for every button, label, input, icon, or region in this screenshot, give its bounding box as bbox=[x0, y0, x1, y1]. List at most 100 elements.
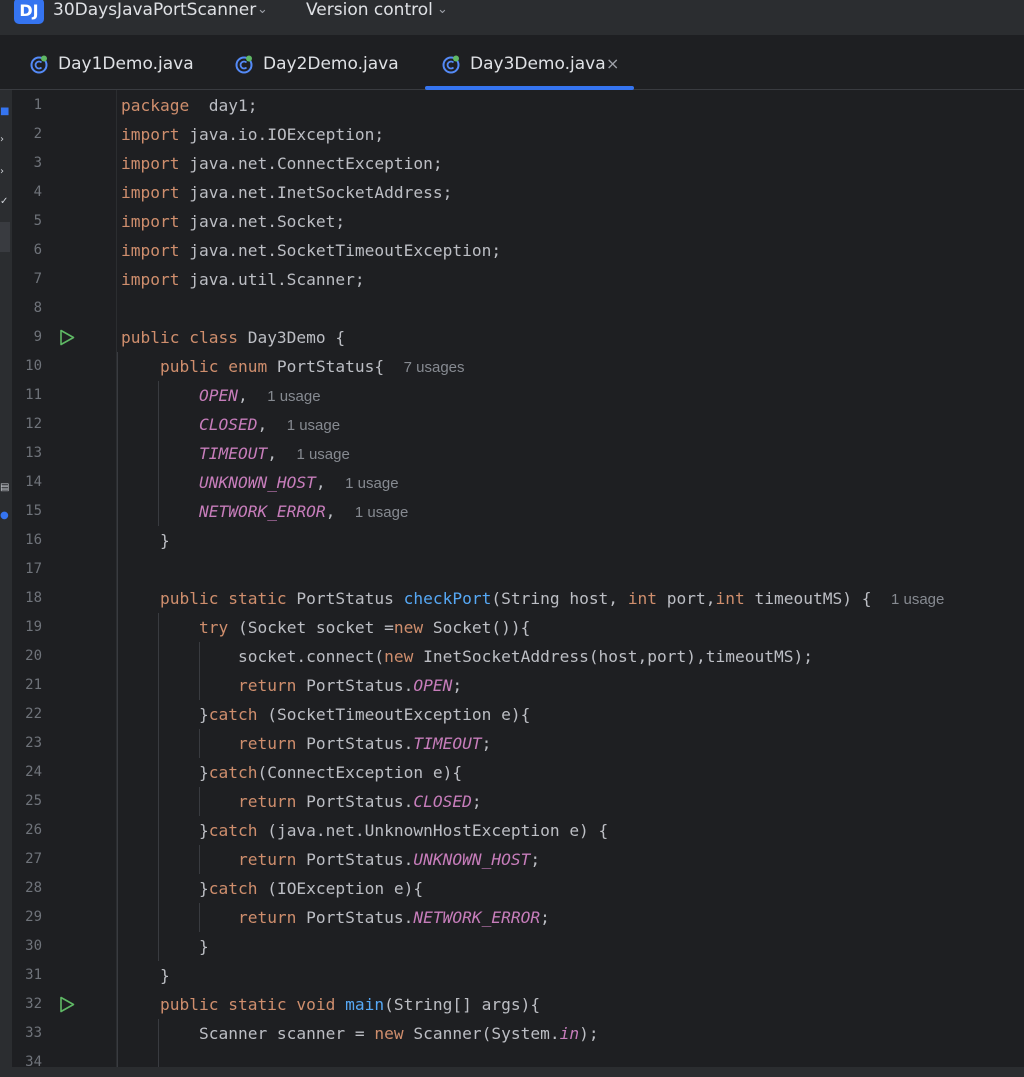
line-number[interactable]: 1 bbox=[12, 91, 42, 120]
chevron-down-icon[interactable]: ⌄ bbox=[437, 0, 448, 21]
code-line[interactable]: 15 NETWORK_ERROR, 1 usage bbox=[12, 497, 1024, 526]
code-line[interactable]: 25 return PortStatus.CLOSED; bbox=[12, 787, 1024, 816]
tab-day3demo[interactable]: Day3Demo.java × bbox=[441, 37, 631, 90]
code-text[interactable]: } bbox=[121, 961, 170, 990]
code-text[interactable]: import java.net.ConnectException; bbox=[121, 149, 443, 178]
code-text[interactable]: }catch (java.net.UnknownHostException e)… bbox=[121, 816, 608, 845]
usage-hint[interactable]: 1 usage bbox=[345, 475, 398, 492]
line-number[interactable]: 7 bbox=[12, 265, 42, 294]
line-number[interactable]: 2 bbox=[12, 120, 42, 149]
tab-day2demo[interactable]: Day2Demo.java bbox=[234, 37, 404, 90]
chevron-right-icon[interactable]: › bbox=[0, 134, 10, 146]
chevron-down-icon[interactable]: ⌄ bbox=[257, 0, 268, 21]
code-text[interactable]: public static void main(String[] args){ bbox=[121, 990, 540, 1019]
code-text[interactable]: return PortStatus.CLOSED; bbox=[121, 787, 482, 816]
code-line[interactable]: 27 return PortStatus.UNKNOWN_HOST; bbox=[12, 845, 1024, 874]
code-line[interactable]: 19 try (Socket socket =new Socket()){ bbox=[12, 613, 1024, 642]
code-editor[interactable]: 1 package day1; 2 import java.io.IOExceptio… bbox=[12, 90, 1024, 1077]
code-text[interactable]: import java.net.SocketTimeoutException; bbox=[121, 236, 501, 265]
check-icon[interactable]: ✓ bbox=[0, 196, 10, 208]
code-line[interactable]: 31 } bbox=[12, 961, 1024, 990]
code-text[interactable]: OPEN, 1 usage bbox=[121, 381, 321, 411]
code-text[interactable]: } bbox=[121, 526, 170, 555]
structure-icon[interactable]: ▤ bbox=[0, 482, 10, 494]
code-line[interactable]: 18 public static PortStatus checkPort(St… bbox=[12, 584, 1024, 613]
code-line[interactable]: 1 package day1; bbox=[12, 91, 1024, 120]
code-text[interactable]: }catch (IOException e){ bbox=[121, 874, 423, 903]
code-line[interactable]: 20 socket.connect(new InetSocketAddress(… bbox=[12, 642, 1024, 671]
line-number[interactable]: 14 bbox=[12, 468, 42, 497]
code-line[interactable]: 32 public static void main(String[] args… bbox=[12, 990, 1024, 1019]
code-line[interactable]: 9 public class Day3Demo { bbox=[12, 323, 1024, 352]
line-number[interactable]: 26 bbox=[12, 816, 42, 845]
code-text[interactable]: public enum PortStatus{ 7 usages bbox=[121, 352, 465, 382]
line-number[interactable]: 20 bbox=[12, 642, 42, 671]
code-line[interactable]: 14 UNKNOWN_HOST, 1 usage bbox=[12, 468, 1024, 497]
code-text[interactable]: package day1; bbox=[121, 91, 257, 120]
code-line[interactable]: 10 public enum PortStatus{ 7 usages bbox=[12, 352, 1024, 381]
line-number[interactable]: 33 bbox=[12, 1019, 42, 1048]
tool-selection[interactable] bbox=[0, 222, 10, 252]
line-number[interactable]: 6 bbox=[12, 236, 42, 265]
code-text[interactable]: UNKNOWN_HOST, 1 usage bbox=[121, 468, 399, 498]
code-text[interactable]: NETWORK_ERROR, 1 usage bbox=[121, 497, 408, 527]
line-number[interactable]: 12 bbox=[12, 410, 42, 439]
line-number[interactable]: 19 bbox=[12, 613, 42, 642]
close-icon[interactable]: × bbox=[606, 51, 619, 77]
line-number[interactable]: 17 bbox=[12, 555, 42, 584]
code-text[interactable]: return PortStatus.UNKNOWN_HOST; bbox=[121, 845, 540, 874]
project-badge[interactable]: DJ bbox=[14, 0, 44, 24]
horizontal-scrollbar[interactable] bbox=[0, 1067, 1024, 1077]
line-number[interactable]: 22 bbox=[12, 700, 42, 729]
code-text[interactable]: return PortStatus.TIMEOUT; bbox=[121, 729, 491, 758]
usage-hint[interactable]: 1 usage bbox=[355, 504, 408, 521]
line-number[interactable]: 13 bbox=[12, 439, 42, 468]
line-number[interactable]: 3 bbox=[12, 149, 42, 178]
version-control-menu[interactable]: Version control bbox=[306, 0, 433, 23]
code-line[interactable]: 33 Scanner scanner = new Scanner(System.… bbox=[12, 1019, 1024, 1048]
line-number[interactable]: 11 bbox=[12, 381, 42, 410]
line-number[interactable]: 27 bbox=[12, 845, 42, 874]
code-line[interactable]: 11 OPEN, 1 usage bbox=[12, 381, 1024, 410]
code-line[interactable]: 2 import java.io.IOException; bbox=[12, 120, 1024, 149]
code-text[interactable]: import java.net.Socket; bbox=[121, 207, 345, 236]
line-number[interactable]: 23 bbox=[12, 729, 42, 758]
code-line[interactable]: 12 CLOSED, 1 usage bbox=[12, 410, 1024, 439]
code-line[interactable]: 8 bbox=[12, 294, 1024, 323]
code-line[interactable]: 5 import java.net.Socket; bbox=[12, 207, 1024, 236]
code-line[interactable]: 3 import java.net.ConnectException; bbox=[12, 149, 1024, 178]
code-line[interactable]: 4 import java.net.InetSocketAddress; bbox=[12, 178, 1024, 207]
usage-hint[interactable]: 1 usage bbox=[891, 591, 944, 608]
code-text[interactable]: socket.connect(new InetSocketAddress(hos… bbox=[121, 642, 813, 671]
services-icon[interactable]: ● bbox=[0, 510, 10, 522]
code-line[interactable]: 21 return PortStatus.OPEN; bbox=[12, 671, 1024, 700]
run-icon[interactable] bbox=[59, 329, 75, 346]
line-number[interactable]: 30 bbox=[12, 932, 42, 961]
code-text[interactable]: public static PortStatus checkPort(Strin… bbox=[121, 584, 944, 614]
code-line[interactable]: 16 } bbox=[12, 526, 1024, 555]
code-text[interactable]: import java.util.Scanner; bbox=[121, 265, 365, 294]
usage-hint[interactable]: 7 usages bbox=[404, 359, 465, 376]
line-number[interactable]: 21 bbox=[12, 671, 42, 700]
line-number[interactable]: 10 bbox=[12, 352, 42, 381]
code-line[interactable]: 6 import java.net.SocketTimeoutException; bbox=[12, 236, 1024, 265]
code-line[interactable]: 24 }catch(ConnectException e){ bbox=[12, 758, 1024, 787]
code-text[interactable]: CLOSED, 1 usage bbox=[121, 410, 340, 440]
code-line[interactable]: 29 return PortStatus.NETWORK_ERROR; bbox=[12, 903, 1024, 932]
code-text[interactable]: return PortStatus.OPEN; bbox=[121, 671, 462, 700]
code-line[interactable]: 28 }catch (IOException e){ bbox=[12, 874, 1024, 903]
line-number[interactable]: 15 bbox=[12, 497, 42, 526]
code-text[interactable]: import java.io.IOException; bbox=[121, 120, 384, 149]
code-text[interactable]: return PortStatus.NETWORK_ERROR; bbox=[121, 903, 550, 932]
code-line[interactable]: 17 bbox=[12, 555, 1024, 584]
project-tool-icon[interactable]: ■ bbox=[0, 106, 10, 118]
line-number[interactable]: 5 bbox=[12, 207, 42, 236]
line-number[interactable]: 25 bbox=[12, 787, 42, 816]
line-number[interactable]: 28 bbox=[12, 874, 42, 903]
line-number[interactable]: 16 bbox=[12, 526, 42, 555]
code-line[interactable]: 30 } bbox=[12, 932, 1024, 961]
code-text[interactable]: } bbox=[121, 932, 209, 961]
code-text[interactable]: }catch(ConnectException e){ bbox=[121, 758, 462, 787]
code-line[interactable]: 7 import java.util.Scanner; bbox=[12, 265, 1024, 294]
line-number[interactable]: 29 bbox=[12, 903, 42, 932]
